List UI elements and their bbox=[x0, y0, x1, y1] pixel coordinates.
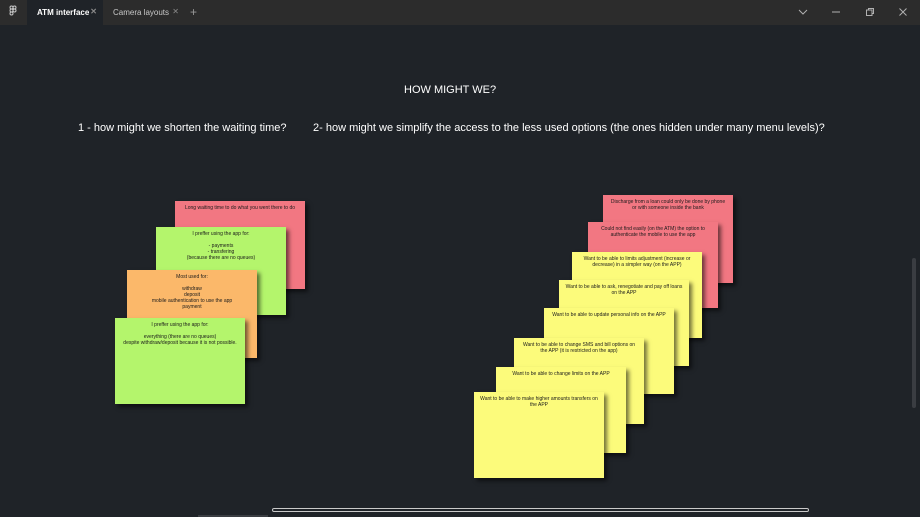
horizontal-scrollbar[interactable] bbox=[272, 508, 809, 512]
question-2: 2- how might we simplify the access to t… bbox=[313, 122, 825, 134]
tab-atm-interface[interactable]: ATM interface ✕ bbox=[27, 0, 103, 25]
close-window-icon[interactable] bbox=[896, 5, 910, 19]
tab-label: Camera layouts bbox=[113, 8, 170, 17]
tab-label: ATM interface bbox=[37, 8, 90, 17]
tab-bar: ATM interface ✕ Camera layouts ✕ + bbox=[0, 0, 920, 25]
restore-icon[interactable] bbox=[863, 5, 877, 19]
plus-icon[interactable]: + bbox=[190, 5, 197, 19]
question-1: 1 - how might we shorten the waiting tim… bbox=[78, 122, 287, 134]
close-icon[interactable]: ✕ bbox=[90, 8, 97, 16]
close-icon[interactable]: ✕ bbox=[172, 8, 179, 16]
vertical-scrollbar[interactable] bbox=[912, 258, 916, 408]
chevron-down-icon[interactable] bbox=[796, 5, 810, 19]
sticky-note[interactable]: Want to be able to make higher amounts t… bbox=[474, 392, 604, 478]
sticky-note[interactable]: I preffer using the app for: everything … bbox=[115, 318, 245, 404]
page-title: HOW MIGHT WE? bbox=[404, 84, 497, 96]
tab-camera-layouts[interactable]: Camera layouts ✕ bbox=[103, 0, 185, 25]
minimize-icon[interactable] bbox=[829, 5, 843, 19]
figma-icon[interactable] bbox=[6, 5, 20, 19]
